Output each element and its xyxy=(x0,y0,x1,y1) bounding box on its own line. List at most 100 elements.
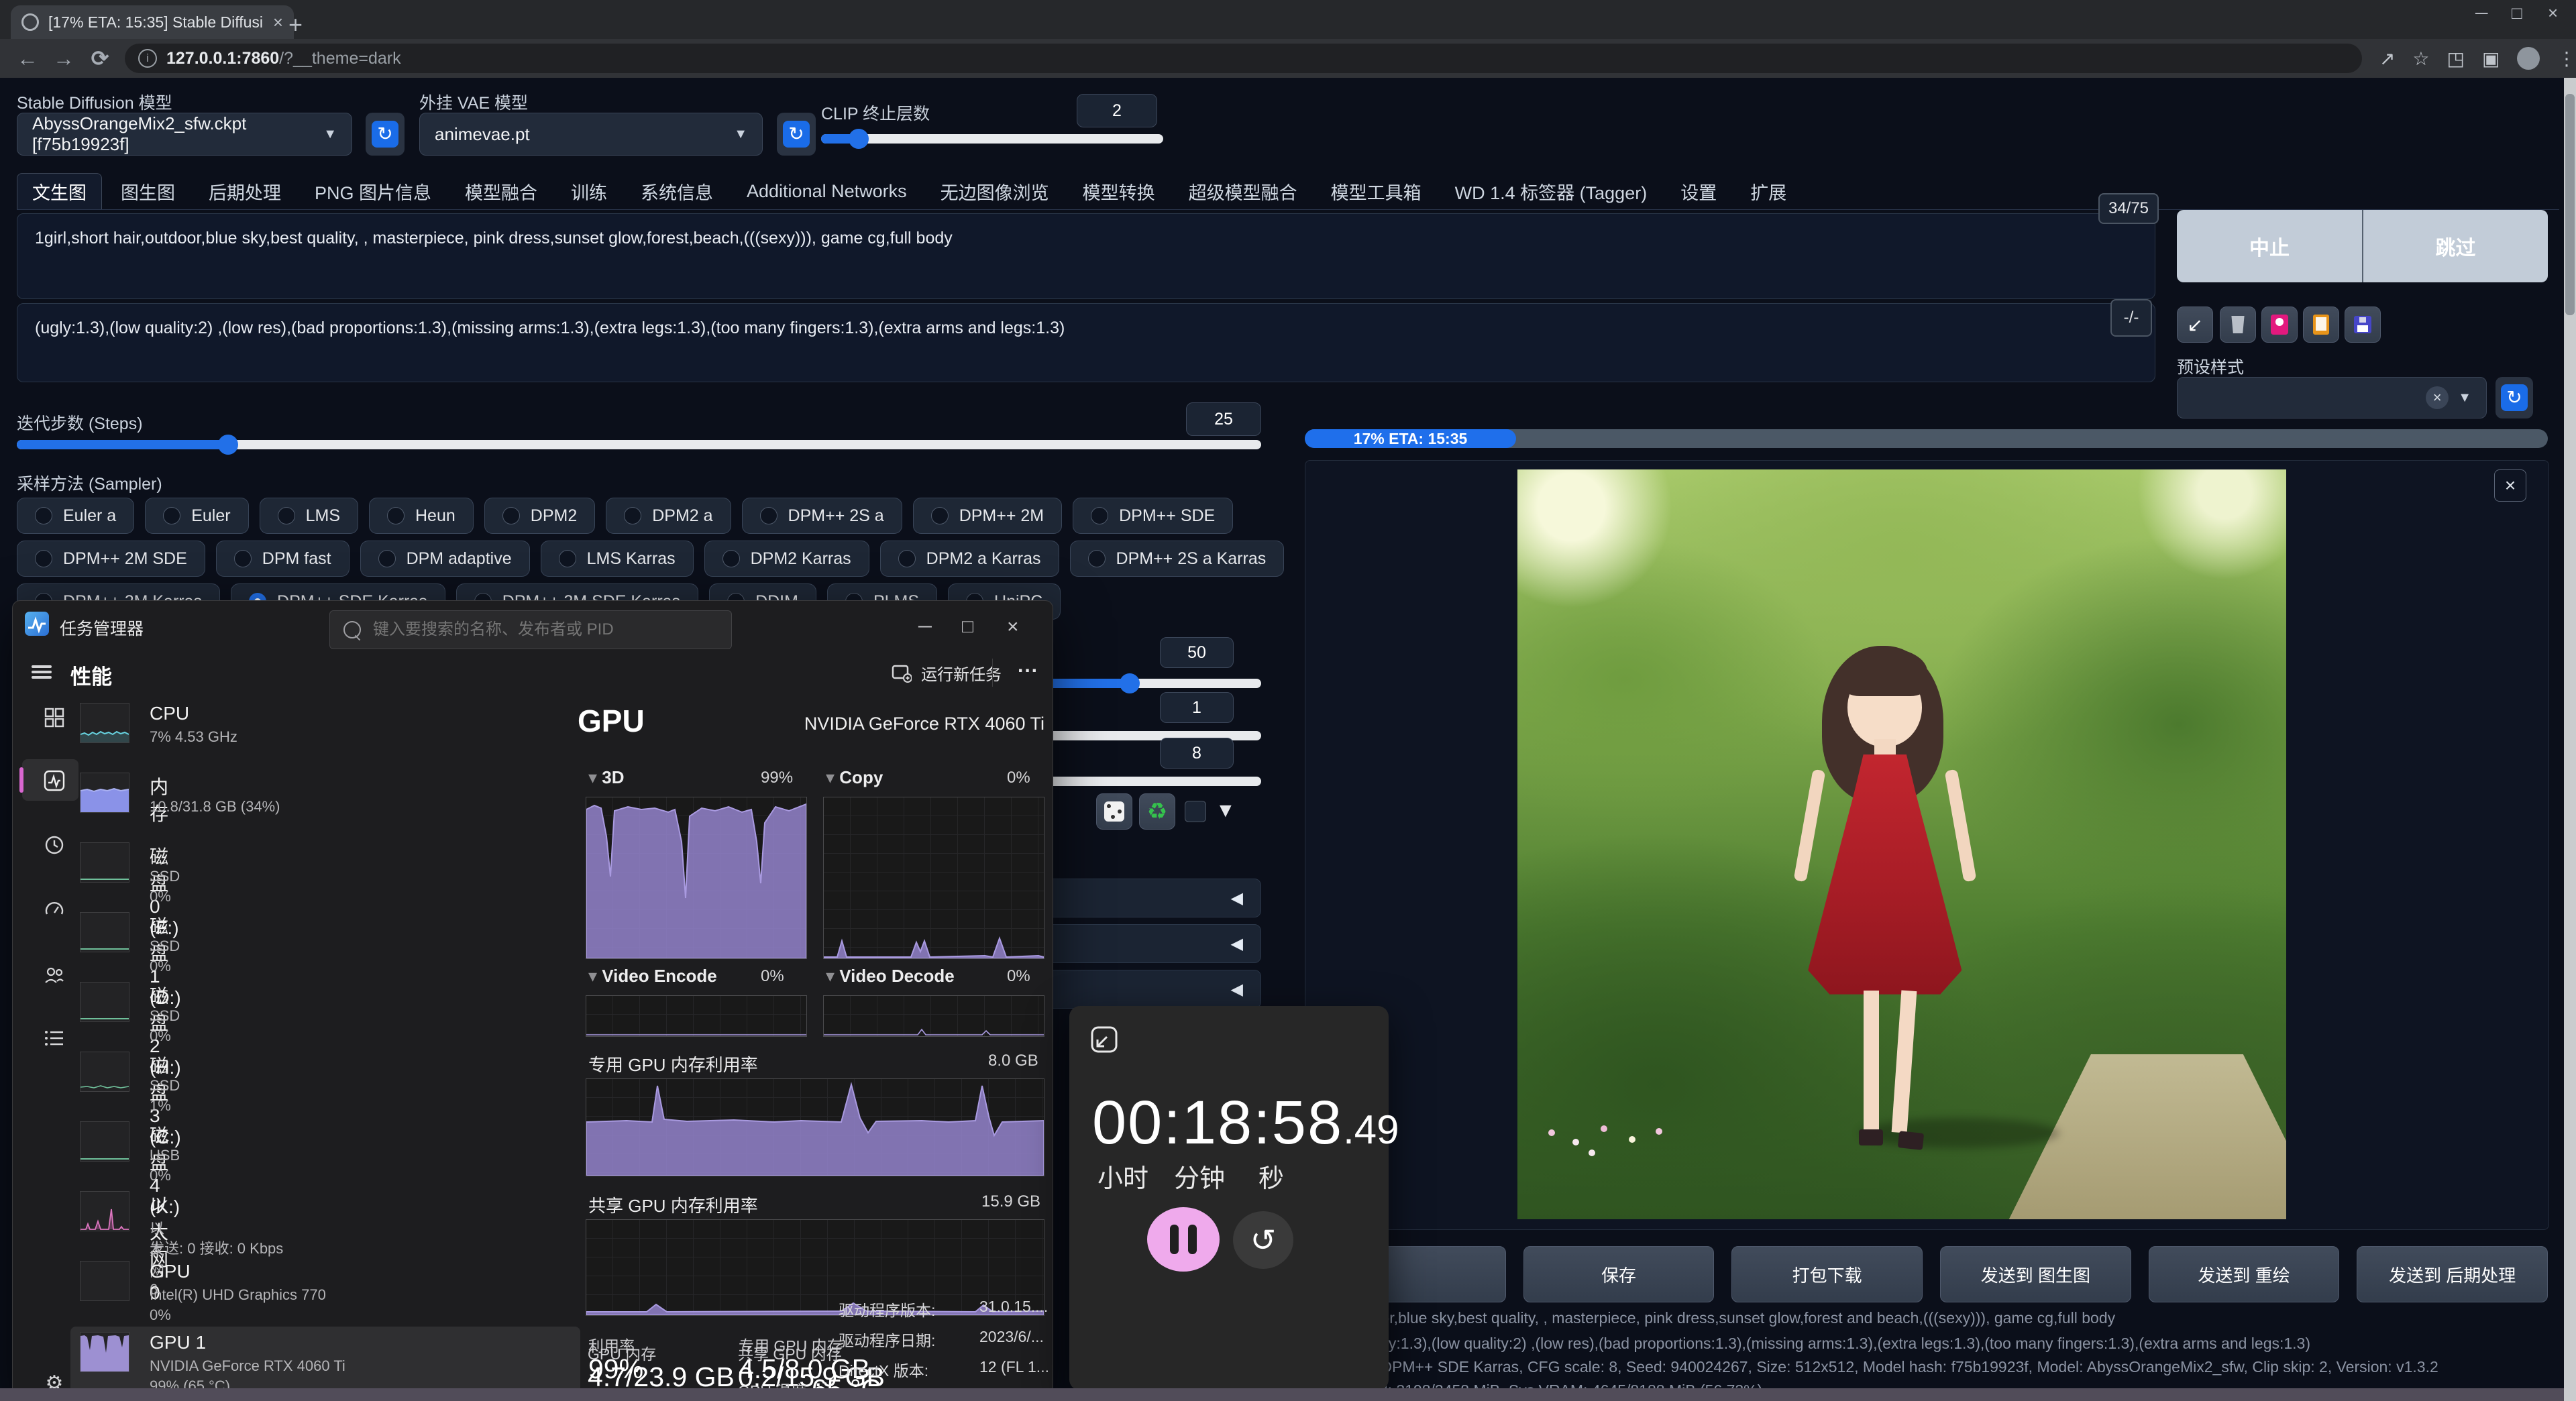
tab-model-toolkit[interactable]: 模型工具箱 xyxy=(1316,173,1436,209)
window-close-icon[interactable]: × xyxy=(2548,3,2558,23)
save-style-button[interactable] xyxy=(2345,306,2381,343)
sampler-option[interactable]: DPM2 xyxy=(484,498,595,534)
sampler-option[interactable]: DPM++ 2S a xyxy=(742,498,902,534)
bookmark-star-icon[interactable]: ☆ xyxy=(2412,48,2429,70)
seed-extra-checkbox[interactable] xyxy=(1185,801,1206,822)
generated-image-preview[interactable] xyxy=(1517,469,2286,1219)
sampler-option[interactable]: Euler a xyxy=(17,498,134,534)
sampler-option[interactable]: DPM++ 2M xyxy=(913,498,1062,534)
batch-count-value[interactable]: 50 xyxy=(1160,637,1234,668)
reset-button[interactable]: ↺ xyxy=(1233,1211,1293,1269)
cfg-scale-value[interactable]: 8 xyxy=(1160,738,1234,769)
zip-download-button[interactable]: 打包下载 xyxy=(1731,1246,1923,1302)
sampler-option[interactable]: DPM++ 2M SDE xyxy=(17,541,205,577)
sampler-option[interactable]: DPM2 a xyxy=(606,498,731,534)
tab-super-merge[interactable]: 超级模型融合 xyxy=(1174,173,1312,209)
site-info-icon[interactable]: i xyxy=(138,49,157,68)
rail-details-icon[interactable] xyxy=(33,1021,76,1056)
task-manager-window[interactable]: 任务管理器 ─ □ × 性能 运行新任务 ... xyxy=(12,600,1053,1401)
new-tab-button[interactable]: + xyxy=(288,11,303,39)
gallery-close-icon[interactable]: × xyxy=(2494,469,2526,502)
prompt-textarea[interactable]: 1girl,short hair,outdoor,blue sky,best q… xyxy=(17,213,2155,299)
extensions-icon[interactable]: ◳ xyxy=(2447,48,2465,70)
tab-merge[interactable]: 模型融合 xyxy=(450,173,552,209)
browser-tab[interactable]: [17% ETA: 15:35] Stable Diffusi × xyxy=(11,5,294,39)
skip-button[interactable]: 跳过 xyxy=(2363,210,2548,282)
tab-image-browser[interactable]: 无边图像浏览 xyxy=(926,173,1064,209)
sampler-option[interactable]: Euler xyxy=(145,498,248,534)
rail-performance-icon[interactable] xyxy=(33,763,76,798)
rail-users-icon[interactable] xyxy=(33,958,76,993)
interrupt-button[interactable]: 中止 xyxy=(2177,210,2363,282)
reload-icon[interactable]: ⟳ xyxy=(82,46,118,71)
rail-history-icon[interactable] xyxy=(33,828,76,862)
paste-params-button[interactable]: ↙ xyxy=(2177,306,2213,343)
stopwatch-widget[interactable]: 00:18:58.49 小时 分钟 秒 ↺ xyxy=(1069,1006,1389,1390)
tm-maximize-icon[interactable]: □ xyxy=(962,616,973,637)
reuse-seed-button[interactable]: ♻ xyxy=(1139,793,1175,830)
dropdown-arrow-icon[interactable]: ▼ xyxy=(1216,799,1236,822)
window-maximize-icon[interactable]: □ xyxy=(2512,3,2522,23)
random-seed-button[interactable] xyxy=(1096,793,1132,830)
profile-avatar[interactable] xyxy=(2517,47,2540,70)
tab-close-icon[interactable]: × xyxy=(273,12,283,33)
tab-pnginfo[interactable]: PNG 图片信息 xyxy=(300,173,446,209)
apply-style-button[interactable] xyxy=(2303,306,2339,343)
clear-selection-icon[interactable]: × xyxy=(2426,386,2449,409)
sampler-option[interactable]: DPM2 Karras xyxy=(704,541,869,577)
steps-slider[interactable] xyxy=(17,440,1261,449)
menu-dots-icon[interactable]: ⋮ xyxy=(2557,48,2576,70)
vae-dropdown[interactable]: animevae.pt▼ xyxy=(419,113,763,156)
steps-value[interactable]: 25 xyxy=(1186,402,1261,436)
vae-refresh-button[interactable]: ↻ xyxy=(777,113,816,156)
sampler-option[interactable]: DPM fast xyxy=(216,541,350,577)
rail-startup-icon[interactable] xyxy=(33,892,76,927)
scrollbar-thumb[interactable] xyxy=(2565,94,2575,315)
styles-dropdown[interactable]: × ▼ xyxy=(2177,377,2487,418)
sd-model-dropdown[interactable]: AbyssOrangeMix2_sfw.ckpt [f75b19923f]▼ xyxy=(17,113,352,156)
styles-refresh-button[interactable]: ↻ xyxy=(2496,377,2533,418)
side-panel-icon[interactable]: ▣ xyxy=(2482,48,2500,70)
tab-txt2img[interactable]: 文生图 xyxy=(17,173,102,209)
sampler-option[interactable]: DPM++ SDE xyxy=(1073,498,1233,534)
save-button[interactable]: 保存 xyxy=(1523,1246,1715,1302)
address-bar[interactable]: i 127.0.0.1:7860/?__theme=dark xyxy=(125,44,2362,73)
extra-networks-button[interactable] xyxy=(2261,306,2298,343)
tm-nav-menu-icon[interactable] xyxy=(32,663,52,681)
tab-model-convert[interactable]: 模型转换 xyxy=(1068,173,1170,209)
send-to-inpaint-button[interactable]: 发送到 重绘 xyxy=(2149,1246,2340,1302)
sampler-option[interactable]: DPM++ 2S a Karras xyxy=(1070,541,1285,577)
clip-skip-value[interactable]: 2 xyxy=(1077,94,1157,127)
sd-model-refresh-button[interactable]: ↻ xyxy=(366,113,405,156)
tm-minimize-icon[interactable]: ─ xyxy=(918,616,932,637)
window-minimize-icon[interactable]: ─ xyxy=(2475,3,2487,23)
negative-prompt-textarea[interactable]: (ugly:1.3),(low quality:2) ,(low res),(b… xyxy=(17,303,2155,382)
forward-icon[interactable]: → xyxy=(46,46,82,71)
tm-more-button[interactable]: ... xyxy=(1018,655,1038,677)
send-to-img2img-button[interactable]: 发送到 图生图 xyxy=(1940,1246,2131,1302)
run-new-task-button[interactable]: 运行新任务 xyxy=(892,661,1002,685)
tab-extensions[interactable]: 扩展 xyxy=(1735,173,1801,209)
pause-button[interactable] xyxy=(1147,1207,1220,1272)
rail-processes-icon[interactable] xyxy=(33,700,76,735)
tab-settings[interactable]: 设置 xyxy=(1666,173,1731,209)
clip-skip-slider[interactable] xyxy=(821,134,1163,144)
tab-img2img[interactable]: 图生图 xyxy=(106,173,190,209)
task-manager-search[interactable] xyxy=(329,610,732,649)
sampler-option[interactable]: LMS Karras xyxy=(541,541,694,577)
back-icon[interactable]: ← xyxy=(9,46,46,71)
tab-additional-networks[interactable]: Additional Networks xyxy=(732,173,922,209)
tm-close-icon[interactable]: × xyxy=(1007,616,1019,638)
sampler-option[interactable]: Heun xyxy=(369,498,474,534)
sampler-option[interactable]: DPM2 a Karras xyxy=(880,541,1059,577)
send-to-extras-button[interactable]: 发送到 后期处理 xyxy=(2357,1246,2548,1302)
restore-window-icon[interactable] xyxy=(1089,1025,1119,1058)
tab-train[interactable]: 训练 xyxy=(556,173,622,209)
tab-sysinfo[interactable]: 系统信息 xyxy=(626,173,728,209)
sampler-option[interactable]: LMS xyxy=(260,498,358,534)
share-icon[interactable]: ↗ xyxy=(2379,48,2395,70)
clear-prompt-button[interactable] xyxy=(2220,306,2256,343)
sampler-option[interactable]: DPM adaptive xyxy=(360,541,530,577)
search-input[interactable] xyxy=(372,620,718,640)
batch-size-value[interactable]: 1 xyxy=(1160,692,1234,723)
